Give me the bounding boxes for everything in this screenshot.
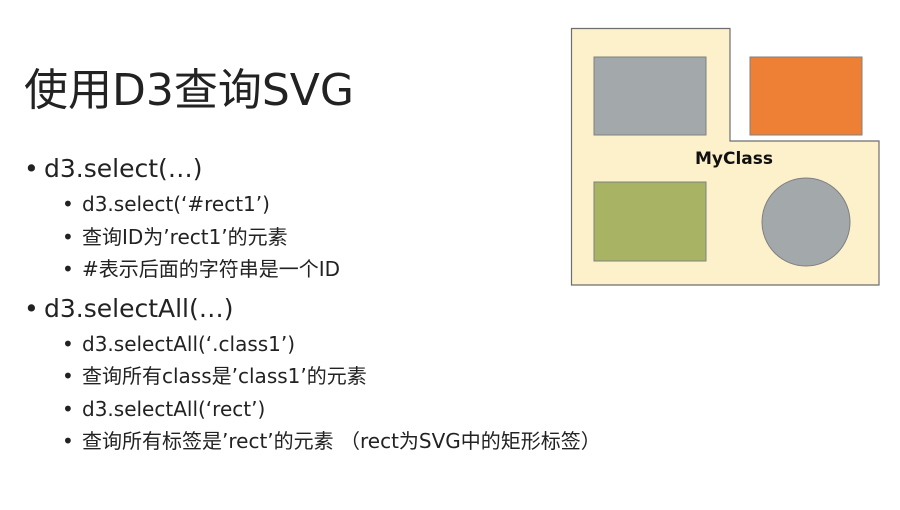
bullet-dot: • — [62, 396, 74, 421]
bullet-dot: • — [62, 224, 74, 249]
sub-bullet-text: 查询所有标签是’rect’的元素 （rect为SVG中的矩形标签） — [82, 429, 601, 453]
bullet-dot: • — [24, 293, 39, 323]
bullet-dot: • — [62, 429, 74, 453]
bullet-dot: • — [62, 257, 74, 281]
bullet-select: • d3.select(…) — [24, 150, 601, 188]
sub-bullet: • d3.select(‘#rect1’) — [62, 188, 601, 221]
bullet-text: d3.selectAll(…) — [44, 293, 234, 323]
bullet-list: • d3.select(…) • d3.select(‘#rect1’) • 查询I… — [24, 150, 601, 462]
bullet-dot: • — [62, 364, 74, 388]
sub-bullet-text: 查询ID为’rect1’的元素 — [82, 224, 288, 249]
sub-bullet-text: d3.select(‘#rect1’) — [82, 192, 270, 216]
sub-bullet-text: #表示后面的字符串是一个ID — [82, 257, 341, 281]
sub-bullet: • 查询所有class是’class1’的元素 — [62, 360, 601, 393]
sub-list-selectall: • d3.selectAll(‘.class1’) • 查询所有class是’cla… — [24, 328, 601, 458]
sub-bullet: • 查询ID为’rect1’的元素 — [62, 221, 601, 254]
circle-gray — [761, 177, 851, 267]
sub-bullet-text: d3.selectAll(‘rect’) — [82, 396, 266, 421]
bullet-dot: • — [24, 154, 39, 183]
myclass-label: MyClass — [695, 149, 773, 169]
slide: 使用D3查询SVG • d3.select(…) • d3.select(‘#re… — [0, 0, 900, 510]
rect-gray — [593, 56, 707, 136]
bullet-text: d3.select(…) — [44, 154, 203, 183]
rect-orange — [749, 56, 863, 136]
sub-bullet-text: 查询所有class是’class1’的元素 — [82, 364, 367, 388]
sub-bullet: • 查询所有标签是’rect’的元素 （rect为SVG中的矩形标签） — [62, 425, 601, 458]
svg-diagram: MyClass — [570, 27, 880, 286]
slide-title: 使用D3查询SVG — [24, 65, 354, 116]
sub-bullet: • d3.selectAll(‘.class1’) — [62, 328, 601, 361]
bullet-selectall: • d3.selectAll(…) — [24, 290, 601, 328]
rect-green — [593, 181, 707, 262]
sub-bullet-text: d3.selectAll(‘.class1’) — [82, 331, 296, 356]
sub-bullet: • d3.selectAll(‘rect’) — [62, 393, 601, 426]
sub-list-select: • d3.select(‘#rect1’) • 查询ID为’rect1’的元素 • #… — [24, 188, 601, 286]
bullet-dot: • — [62, 331, 74, 356]
sub-bullet: • #表示后面的字符串是一个ID — [62, 253, 601, 286]
bullet-dot: • — [62, 192, 74, 216]
